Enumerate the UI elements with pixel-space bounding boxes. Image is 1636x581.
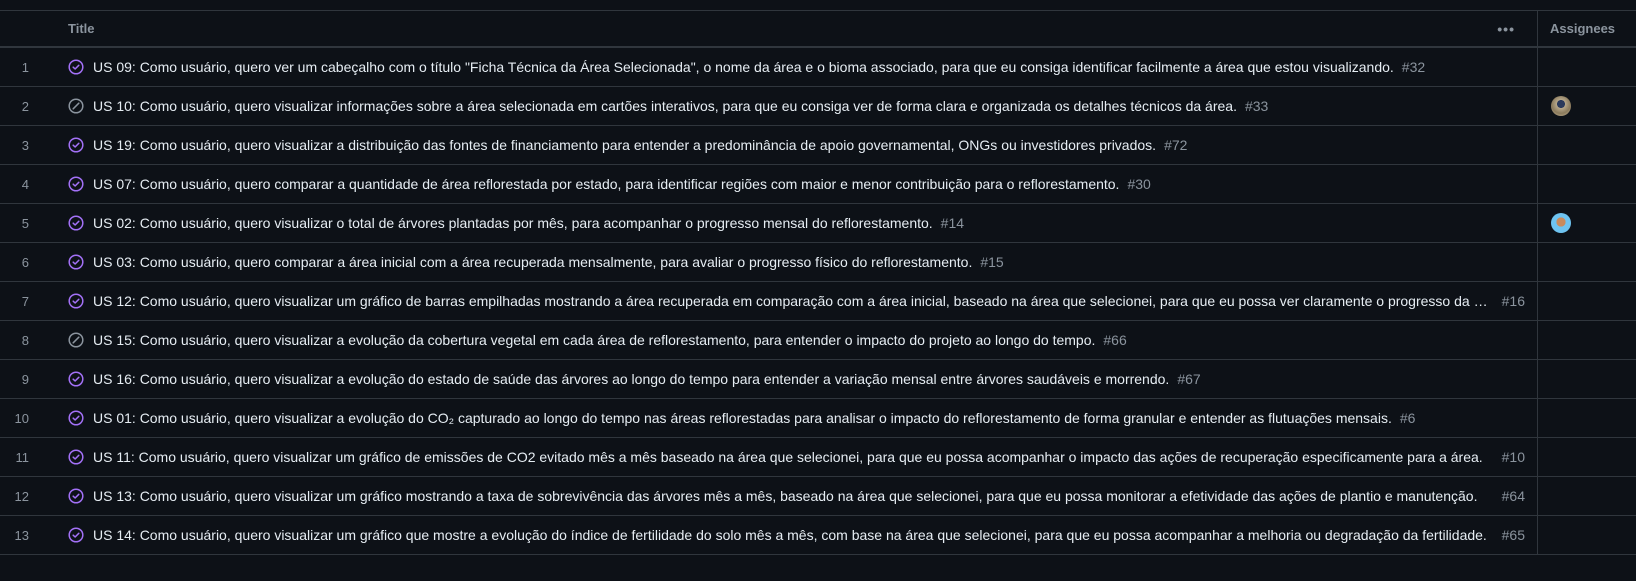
row-number: 8 <box>21 332 29 348</box>
assignees-cell[interactable] <box>1537 87 1636 125</box>
assignees-cell[interactable] <box>1537 438 1636 476</box>
issue-title-link[interactable]: US 02: Como usuário, quero visualizar o … <box>93 215 933 231</box>
table-row[interactable]: 1 US 09: Como usuário, quero ver um cabe… <box>0 48 1636 87</box>
issue-number: #65 <box>1501 527 1525 543</box>
avatar[interactable] <box>1551 213 1571 233</box>
assignees-cell[interactable] <box>1537 126 1636 164</box>
table-row[interactable]: 13 US 14: Como usuário, quero visualizar… <box>0 516 1636 555</box>
issue-closed-check-icon <box>68 137 84 153</box>
issue-title-link[interactable]: US 03: Como usuário, quero comparar a ár… <box>93 254 972 270</box>
assignees-cell[interactable] <box>1537 243 1636 281</box>
title-cell: US 19: Como usuário, quero visualizar a … <box>42 126 1537 164</box>
table-row[interactable]: 10 US 01: Como usuário, quero visualizar… <box>0 399 1636 438</box>
row-number: 5 <box>21 215 29 231</box>
title-cell: US 16: Como usuário, quero visualizar a … <box>42 360 1537 398</box>
title-cell: US 13: Como usuário, quero visualizar um… <box>42 477 1537 515</box>
table-row[interactable]: 11 US 11: Como usuário, quero visualizar… <box>0 438 1636 477</box>
project-table: Title ••• Assignees 1 US 09: Como usuári… <box>0 10 1636 555</box>
row-number: 12 <box>14 488 29 504</box>
issue-title-link[interactable]: US 09: Como usuário, quero ver um cabeça… <box>93 59 1394 75</box>
title-cell: US 02: Como usuário, quero visualizar o … <box>42 204 1537 242</box>
row-number: 1 <box>21 59 29 75</box>
issue-title-link[interactable]: US 07: Como usuário, quero comparar a qu… <box>93 176 1119 192</box>
table-header: Title ••• Assignees <box>0 11 1636 48</box>
issue-number: #14 <box>940 215 965 231</box>
table-row[interactable]: 7 US 12: Como usuário, quero visualizar … <box>0 282 1636 321</box>
issue-number: #64 <box>1501 488 1525 504</box>
title-cell: US 09: Como usuário, quero ver um cabeça… <box>42 48 1537 86</box>
row-number: 9 <box>21 371 29 387</box>
title-cell: US 07: Como usuário, quero comparar a qu… <box>42 165 1537 203</box>
row-number: 10 <box>14 410 29 426</box>
issue-closed-check-icon <box>68 254 84 270</box>
table-body: 1 US 09: Como usuário, quero ver um cabe… <box>0 48 1636 555</box>
table-row[interactable]: 5 US 02: Como usuário, quero visualizar … <box>0 204 1636 243</box>
row-number: 4 <box>21 176 29 192</box>
issue-number: #66 <box>1103 332 1127 348</box>
issue-number: #67 <box>1177 371 1201 387</box>
issue-closed-check-icon <box>68 527 84 543</box>
issue-number: #16 <box>1501 293 1525 309</box>
issue-number: #6 <box>1399 410 1416 426</box>
issue-title-link[interactable]: US 11: Como usuário, quero visualizar um… <box>93 449 1488 465</box>
issue-title-link[interactable]: US 14: Como usuário, quero visualizar um… <box>93 527 1488 543</box>
issue-closed-check-icon <box>68 59 84 75</box>
title-cell: US 11: Como usuário, quero visualizar um… <box>42 438 1537 476</box>
title-cell: US 03: Como usuário, quero comparar a ár… <box>42 243 1537 281</box>
issue-closed-check-icon <box>68 293 84 309</box>
issue-number: #10 <box>1501 449 1525 465</box>
column-header-title[interactable]: Title ••• <box>60 21 1537 37</box>
title-cell: US 01: Como usuário, quero visualizar a … <box>42 399 1537 437</box>
title-cell: US 12: Como usuário, quero visualizar um… <box>42 282 1537 320</box>
assignees-cell[interactable] <box>1537 204 1636 242</box>
assignees-cell[interactable] <box>1537 321 1636 359</box>
issue-not-planned-icon <box>68 98 84 114</box>
assignees-cell[interactable] <box>1537 477 1636 515</box>
issue-closed-check-icon <box>68 488 84 504</box>
issue-number: #33 <box>1244 98 1269 114</box>
issue-title-link[interactable]: US 15: Como usuário, quero visualizar a … <box>93 332 1095 348</box>
table-row[interactable]: 4 US 07: Como usuário, quero comparar a … <box>0 165 1636 204</box>
table-row[interactable]: 3 US 19: Como usuário, quero visualizar … <box>0 126 1636 165</box>
row-number: 7 <box>21 293 29 309</box>
title-cell: US 15: Como usuário, quero visualizar a … <box>42 321 1537 359</box>
assignees-cell[interactable] <box>1537 360 1636 398</box>
table-row[interactable]: 9 US 16: Como usuário, quero visualizar … <box>0 360 1636 399</box>
assignees-cell[interactable] <box>1537 399 1636 437</box>
issue-closed-check-icon <box>68 176 84 192</box>
issue-title-link[interactable]: US 01: Como usuário, quero visualizar a … <box>93 410 1392 426</box>
issue-closed-check-icon <box>68 449 84 465</box>
title-cell: US 10: Como usuário, quero visualizar in… <box>42 87 1537 125</box>
issue-number: #15 <box>980 254 1004 270</box>
table-row[interactable]: 8 US 15: Como usuário, quero visualizar … <box>0 321 1636 360</box>
assignees-cell[interactable] <box>1537 165 1636 203</box>
assignees-cell[interactable] <box>1537 282 1636 320</box>
issue-title-link[interactable]: US 13: Como usuário, quero visualizar um… <box>93 488 1488 504</box>
table-row[interactable]: 2 US 10: Como usuário, quero visualizar … <box>0 87 1636 126</box>
avatar[interactable] <box>1551 96 1571 116</box>
issue-not-planned-icon <box>68 332 84 348</box>
issue-closed-check-icon <box>68 215 84 231</box>
row-number: 11 <box>15 449 30 465</box>
issue-closed-check-icon <box>68 410 84 426</box>
assignees-cell[interactable] <box>1537 516 1636 554</box>
row-number: 2 <box>21 98 29 114</box>
issue-number: #32 <box>1401 59 1426 75</box>
row-number: 3 <box>21 137 29 153</box>
issue-title-link[interactable]: US 16: Como usuário, quero visualizar a … <box>93 371 1169 387</box>
issue-number: #30 <box>1127 176 1151 192</box>
table-row[interactable]: 6 US 03: Como usuário, quero comparar a … <box>0 243 1636 282</box>
issue-title-link[interactable]: US 10: Como usuário, quero visualizar in… <box>93 98 1237 114</box>
issue-title-link[interactable]: US 12: Como usuário, quero visualizar um… <box>93 293 1488 309</box>
row-number: 6 <box>21 254 29 270</box>
row-number: 13 <box>14 527 29 543</box>
column-options-button[interactable]: ••• <box>1497 21 1515 37</box>
title-cell: US 14: Como usuário, quero visualizar um… <box>42 516 1537 554</box>
column-header-assignees[interactable]: Assignees <box>1537 11 1636 46</box>
table-row[interactable]: 12 US 13: Como usuário, quero visualizar… <box>0 477 1636 516</box>
issue-number: #72 <box>1164 137 1188 153</box>
assignees-cell[interactable] <box>1537 48 1636 86</box>
issue-closed-check-icon <box>68 371 84 387</box>
issue-title-link[interactable]: US 19: Como usuário, quero visualizar a … <box>93 137 1156 153</box>
